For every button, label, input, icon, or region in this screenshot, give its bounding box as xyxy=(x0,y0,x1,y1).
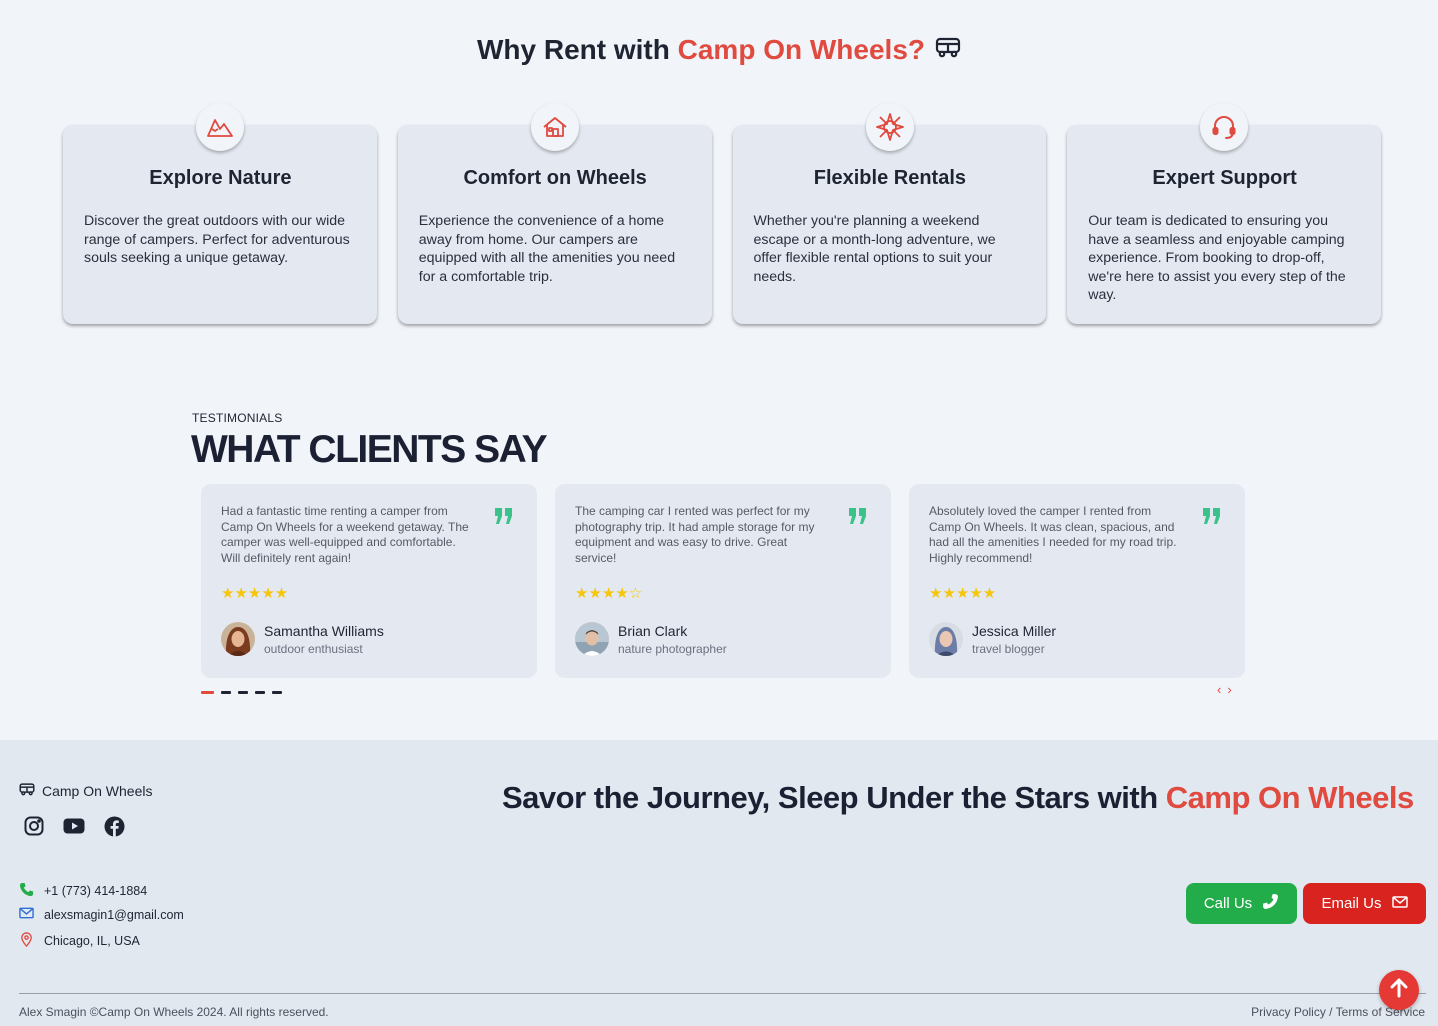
rv-icon xyxy=(19,782,35,799)
feature-text: Experience the convenience of a home awa… xyxy=(418,213,676,285)
footer-divider xyxy=(19,993,1426,994)
feature-text: Discover the great outdoors with our wid… xyxy=(84,213,350,266)
phone-number: +1 (773) 414-1884 xyxy=(44,884,148,898)
testimonial-quote: The camping car I rented was perfect for… xyxy=(575,504,815,566)
contact-email[interactable]: alexsmagin1@gmail.com xyxy=(19,907,184,922)
feature-title: Flexible Rentals xyxy=(813,167,967,189)
feature-card-comfort-on-wheels: Comfort on Wheels Experience the conveni… xyxy=(397,103,712,324)
headset-icon xyxy=(1200,103,1249,151)
location-pin-icon xyxy=(19,932,34,950)
location-text: Chicago, IL, USA xyxy=(44,934,140,948)
home-icon xyxy=(530,103,579,151)
feature-text: Our team is dedicated to ensuring you ha… xyxy=(1088,213,1346,303)
contact-phone[interactable]: +1 (773) 414-1884 xyxy=(19,882,147,900)
quote-icon xyxy=(495,508,513,529)
feature-text: Whether you're planning a weekend escape… xyxy=(753,213,996,285)
testimonial-card: Absolutely loved the camper I rented fro… xyxy=(909,484,1245,678)
feature-title: Comfort on Wheels xyxy=(463,167,647,189)
testimonial-quote: Had a fantastic time renting a camper fr… xyxy=(221,504,469,566)
youtube-icon[interactable] xyxy=(63,815,85,837)
features-list: Explore Nature Discover the great outdoo… xyxy=(63,103,1381,324)
feature-card-flexible-rentals: Flexible Rentals Whether you're planning… xyxy=(732,103,1047,324)
testimonial-author: Jessica Miller travel blogger xyxy=(929,622,1056,656)
rv-icon xyxy=(935,33,961,65)
testimonial-quote: Absolutely loved the camper I rented fro… xyxy=(929,504,1177,566)
testimonial-card: Had a fantastic time renting a camper fr… xyxy=(201,484,537,678)
facebook-icon[interactable] xyxy=(103,815,125,837)
footer: Camp On Wheels Savor the Journey, Sleep … xyxy=(0,740,1438,1026)
pagination-dot[interactable] xyxy=(272,691,282,694)
tagline-prefix: Savor the Journey, Sleep Under the Stars… xyxy=(502,780,1166,815)
testimonials-heading: WHAT CLIENTS SAY xyxy=(191,428,548,471)
privacy-policy-link[interactable]: Privacy Policy xyxy=(1251,1005,1326,1019)
legal-separator: / xyxy=(1325,1005,1336,1019)
terms-of-service-link[interactable]: Terms of Service xyxy=(1336,1005,1425,1019)
carousel-arrows: ‹ › xyxy=(1217,682,1232,697)
carousel-pagination xyxy=(201,691,282,694)
quote-icon xyxy=(1203,508,1221,529)
testimonials-carousel: Had a fantastic time renting a camper fr… xyxy=(201,484,1245,678)
email-address: alexsmagin1@gmail.com xyxy=(44,907,184,922)
arrow-up-icon xyxy=(1390,978,1408,1003)
pagination-dot[interactable] xyxy=(255,691,265,694)
compass-icon xyxy=(865,103,914,151)
chevron-right-icon[interactable]: › xyxy=(1227,682,1231,697)
why-rent-title: Why Rent with Camp On Wheels? xyxy=(0,34,1438,68)
email-us-button[interactable]: Email Us xyxy=(1303,883,1426,924)
avatar xyxy=(575,622,609,656)
mail-icon xyxy=(1391,895,1408,912)
footer-tagline: Savor the Journey, Sleep Under the Stars… xyxy=(502,780,1414,816)
phone-icon xyxy=(1262,893,1279,914)
testimonial-author: Samantha Williams outdoor enthusiast xyxy=(221,622,384,656)
why-rent-title-prefix: Why Rent with xyxy=(476,34,678,65)
social-links xyxy=(23,815,125,837)
scroll-to-top-button[interactable] xyxy=(1379,970,1419,1010)
pagination-dot[interactable] xyxy=(201,691,214,694)
pagination-dot[interactable] xyxy=(221,691,231,694)
phone-icon xyxy=(19,882,34,900)
author-role: travel blogger xyxy=(972,641,1045,656)
email-us-label: Email Us xyxy=(1321,895,1382,912)
mountain-icon xyxy=(196,103,244,151)
chevron-left-icon[interactable]: ‹ xyxy=(1217,682,1221,697)
instagram-icon[interactable] xyxy=(23,815,45,837)
feature-card-explore-nature: Explore Nature Discover the great outdoo… xyxy=(63,103,377,324)
star-rating: ★★★★★ xyxy=(221,585,289,602)
avatar xyxy=(929,622,963,656)
call-us-label: Call Us xyxy=(1203,895,1253,912)
author-name: Brian Clark xyxy=(618,622,688,639)
testimonials-eyebrow: TESTIMONIALS xyxy=(192,411,283,425)
testimonial-card: The camping car I rented was perfect for… xyxy=(555,484,891,678)
call-us-button[interactable]: Call Us xyxy=(1186,883,1297,924)
star-rating: ★★★★☆ xyxy=(575,585,643,602)
author-role: outdoor enthusiast xyxy=(264,641,363,656)
mail-icon xyxy=(19,907,34,922)
why-rent-title-brand: Camp On Wheels? xyxy=(677,34,926,65)
author-name: Jessica Miller xyxy=(972,622,1057,639)
star-rating: ★★★★★ xyxy=(929,585,997,602)
author-name: Samantha Williams xyxy=(264,622,384,639)
footer-brand[interactable]: Camp On Wheels xyxy=(19,782,152,799)
feature-title: Expert Support xyxy=(1152,167,1297,189)
contact-location: Chicago, IL, USA xyxy=(19,932,140,950)
feature-card-expert-support: Expert Support Our team is dedicated to … xyxy=(1067,103,1381,324)
footer-brand-label: Camp On Wheels xyxy=(42,782,153,799)
feature-title: Explore Nature xyxy=(149,167,292,189)
tagline-brand: Camp On Wheels xyxy=(1165,780,1414,815)
avatar xyxy=(221,622,255,656)
copyright-text: Alex Smagin ©Camp On Wheels 2024. All ri… xyxy=(19,1005,329,1019)
author-role: nature photographer xyxy=(618,641,727,656)
testimonial-author: Brian Clark nature photographer xyxy=(575,622,727,656)
quote-icon xyxy=(849,508,867,529)
pagination-dot[interactable] xyxy=(238,691,248,694)
